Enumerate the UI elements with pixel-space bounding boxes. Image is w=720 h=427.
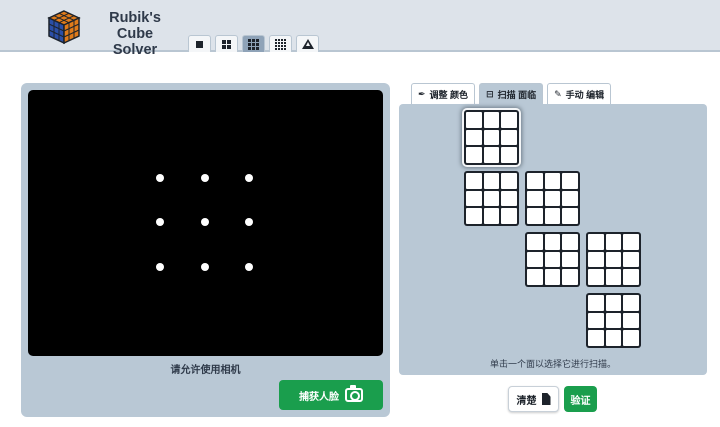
app-title-line2: Solver [112, 42, 158, 58]
4x4-grid-icon [275, 38, 286, 50]
cube-face-back[interactable] [586, 232, 641, 287]
app-header: Rubik's Cube Solver [0, 0, 720, 58]
camera-guide-dot [245, 218, 253, 226]
capture-face-button[interactable]: 捕获人脸 [279, 380, 383, 410]
scan-hint: 单击一个面以选择它进行扫描。 [489, 359, 616, 369]
camera-guide-dot [201, 218, 209, 226]
document-icon [541, 393, 551, 405]
pyraminx-icon [301, 39, 314, 49]
eyedropper-icon: ✒ [418, 88, 426, 99]
rubiks-cube-logo-icon [47, 10, 81, 45]
cube-face-left[interactable] [464, 171, 519, 226]
camera-icon [345, 385, 363, 402]
puzzle-type-tabs [188, 35, 319, 52]
tab-manual-edit-label: 手动 编辑 [565, 89, 605, 100]
2x2-grid-icon [222, 39, 231, 49]
camera-guide-dot [156, 174, 164, 182]
tab-2x2[interactable] [215, 35, 238, 52]
capture-face-label: 捕获人脸 [299, 391, 339, 403]
scan-panel: 单击一个面以选择它进行扫描。 [399, 104, 707, 375]
clear-label: 清楚 [516, 395, 537, 407]
app-title: Rubik's Cube Solver [90, 10, 180, 58]
cube-face-down[interactable] [586, 293, 641, 348]
tab-adjust-colors[interactable]: ✒ 调整 颜色 [411, 83, 476, 104]
verify-label: 验证 [570, 395, 591, 407]
camera-panel: 请允许使用相机 捕获人脸 [21, 83, 390, 417]
tab-scan-faces[interactable]: ⊟ 扫描 面临 [479, 83, 544, 104]
tab-pyraminx[interactable] [296, 35, 319, 52]
cube-face-right[interactable] [525, 232, 580, 287]
tab-3x3[interactable] [242, 35, 265, 52]
tab-4x4[interactable] [269, 35, 292, 52]
tab-scan-faces-label: 扫描 面临 [497, 89, 537, 100]
tab-adjust-colors-label: 调整 颜色 [429, 89, 469, 100]
app-title-line1: Rubik's Cube [109, 10, 161, 42]
camera-guide-dot [156, 218, 164, 226]
tab-manual-edit[interactable]: ✎ 手动 编辑 [547, 83, 612, 104]
camera-guide-dot [201, 174, 209, 182]
camera-guide-dot [156, 263, 164, 271]
mode-tabs: ✒ 调整 颜色 ⊟ 扫描 面临 ✎ 手动 编辑 [411, 83, 612, 104]
pencil-icon: ✎ [554, 88, 562, 99]
scan-icon: ⊟ [486, 88, 494, 99]
1x1-grid-icon [196, 40, 203, 48]
camera-view [28, 90, 383, 356]
cube-face-up[interactable] [464, 110, 519, 165]
camera-permission-message: 请允许使用相机 [170, 365, 241, 376]
camera-guide-dot [245, 174, 253, 182]
cube-face-front[interactable] [525, 171, 580, 226]
tab-1x1[interactable] [188, 35, 211, 52]
3x3-grid-icon [248, 38, 259, 50]
clear-button[interactable]: 清楚 [508, 386, 559, 412]
camera-guide-dot [201, 263, 209, 271]
verify-button[interactable]: 验证 [564, 386, 597, 412]
camera-guide-dot [245, 263, 253, 271]
